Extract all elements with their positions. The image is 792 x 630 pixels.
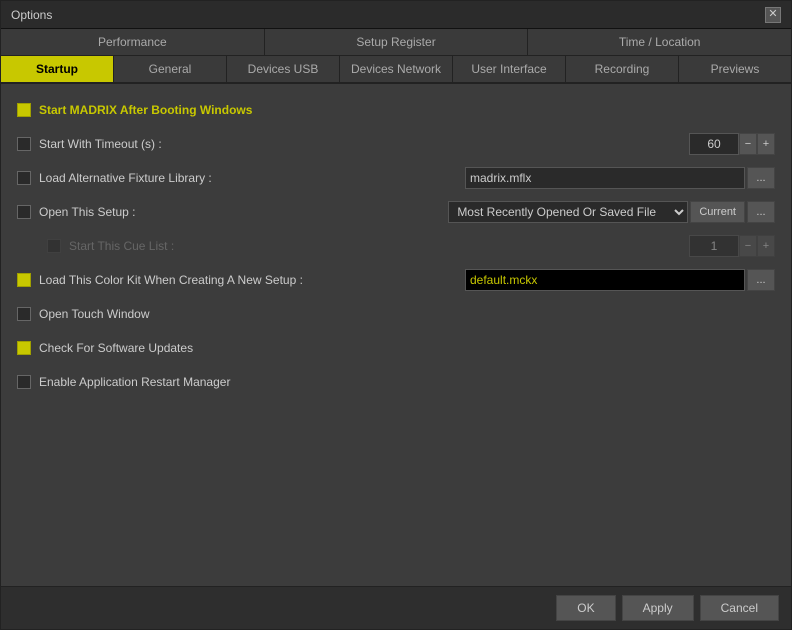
tab-performance[interactable]: Performance [1,29,265,55]
checkbox-open-touch[interactable] [17,307,31,321]
input-timeout-value[interactable] [689,133,739,155]
browse-color-kit-button[interactable]: ... [747,269,775,291]
label-open-touch: Open Touch Window [39,307,150,321]
tab-devices-usb[interactable]: Devices USB [227,56,340,82]
cue-increment-button[interactable]: + [757,235,775,257]
tab-recording[interactable]: Recording [566,56,679,82]
label-restart-manager: Enable Application Restart Manager [39,375,230,389]
apply-button[interactable]: Apply [622,595,694,621]
option-start-madrix: Start MADRIX After Booting Windows [17,98,775,122]
input-cue-list-value[interactable] [689,235,739,257]
browse-setup-button[interactable]: ... [747,201,775,223]
options-dialog: Options ✕ Performance Setup Register Tim… [0,0,792,630]
timeout-decrement-button[interactable]: − [739,133,757,155]
close-button[interactable]: ✕ [765,7,781,23]
checkbox-load-color-kit[interactable] [17,273,31,287]
browse-fixture-button[interactable]: ... [747,167,775,189]
label-load-color-kit: Load This Color Kit When Creating A New … [39,273,303,287]
label-start-cue-list: Start This Cue List : [69,239,174,253]
ok-button[interactable]: OK [556,595,615,621]
label-start-madrix: Start MADRIX After Booting Windows [39,103,252,117]
tab-user-interface[interactable]: User Interface [453,56,566,82]
tab-devices-network[interactable]: Devices Network [340,56,453,82]
dialog-title: Options [11,8,52,22]
footer: OK Apply Cancel [1,586,791,629]
dropdown-open-setup[interactable]: Most Recently Opened Or Saved File [448,201,688,223]
tab-general[interactable]: General [114,56,227,82]
option-load-fixture: Load Alternative Fixture Library : ... [17,166,775,190]
title-bar: Options ✕ [1,1,791,29]
checkbox-load-fixture[interactable] [17,171,31,185]
option-restart-manager: Enable Application Restart Manager [17,370,775,394]
checkbox-start-cue-list[interactable] [47,239,61,253]
label-load-fixture: Load Alternative Fixture Library : [39,171,212,185]
timeout-increment-button[interactable]: + [757,133,775,155]
tab-startup[interactable]: Startup [1,56,114,82]
option-check-updates: Check For Software Updates [17,336,775,360]
checkbox-open-setup[interactable] [17,205,31,219]
input-fixture-library[interactable] [465,167,745,189]
checkbox-start-timeout[interactable] [17,137,31,151]
cancel-button[interactable]: Cancel [700,595,779,621]
option-open-touch: Open Touch Window [17,302,775,326]
cue-decrement-button[interactable]: − [739,235,757,257]
input-color-kit[interactable] [465,269,745,291]
tab-previews[interactable]: Previews [679,56,791,82]
current-button[interactable]: Current [690,201,745,223]
option-load-color-kit: Load This Color Kit When Creating A New … [17,268,775,292]
option-start-timeout: Start With Timeout (s) : − + [17,132,775,156]
option-open-setup: Open This Setup : Most Recently Opened O… [17,200,775,224]
label-open-setup: Open This Setup : [39,205,136,219]
checkbox-restart-manager[interactable] [17,375,31,389]
label-start-timeout: Start With Timeout (s) : [39,137,162,151]
checkbox-check-updates[interactable] [17,341,31,355]
tabs-row2: Startup General Devices USB Devices Netw… [1,56,791,84]
tabs-row1: Performance Setup Register Time / Locati… [1,29,791,56]
tab-time-location[interactable]: Time / Location [528,29,791,55]
label-check-updates: Check For Software Updates [39,341,193,355]
option-start-cue-list: Start This Cue List : − + [17,234,775,258]
content-area: Start MADRIX After Booting Windows Start… [1,84,791,586]
tab-setup-register[interactable]: Setup Register [265,29,529,55]
checkbox-start-madrix[interactable] [17,103,31,117]
